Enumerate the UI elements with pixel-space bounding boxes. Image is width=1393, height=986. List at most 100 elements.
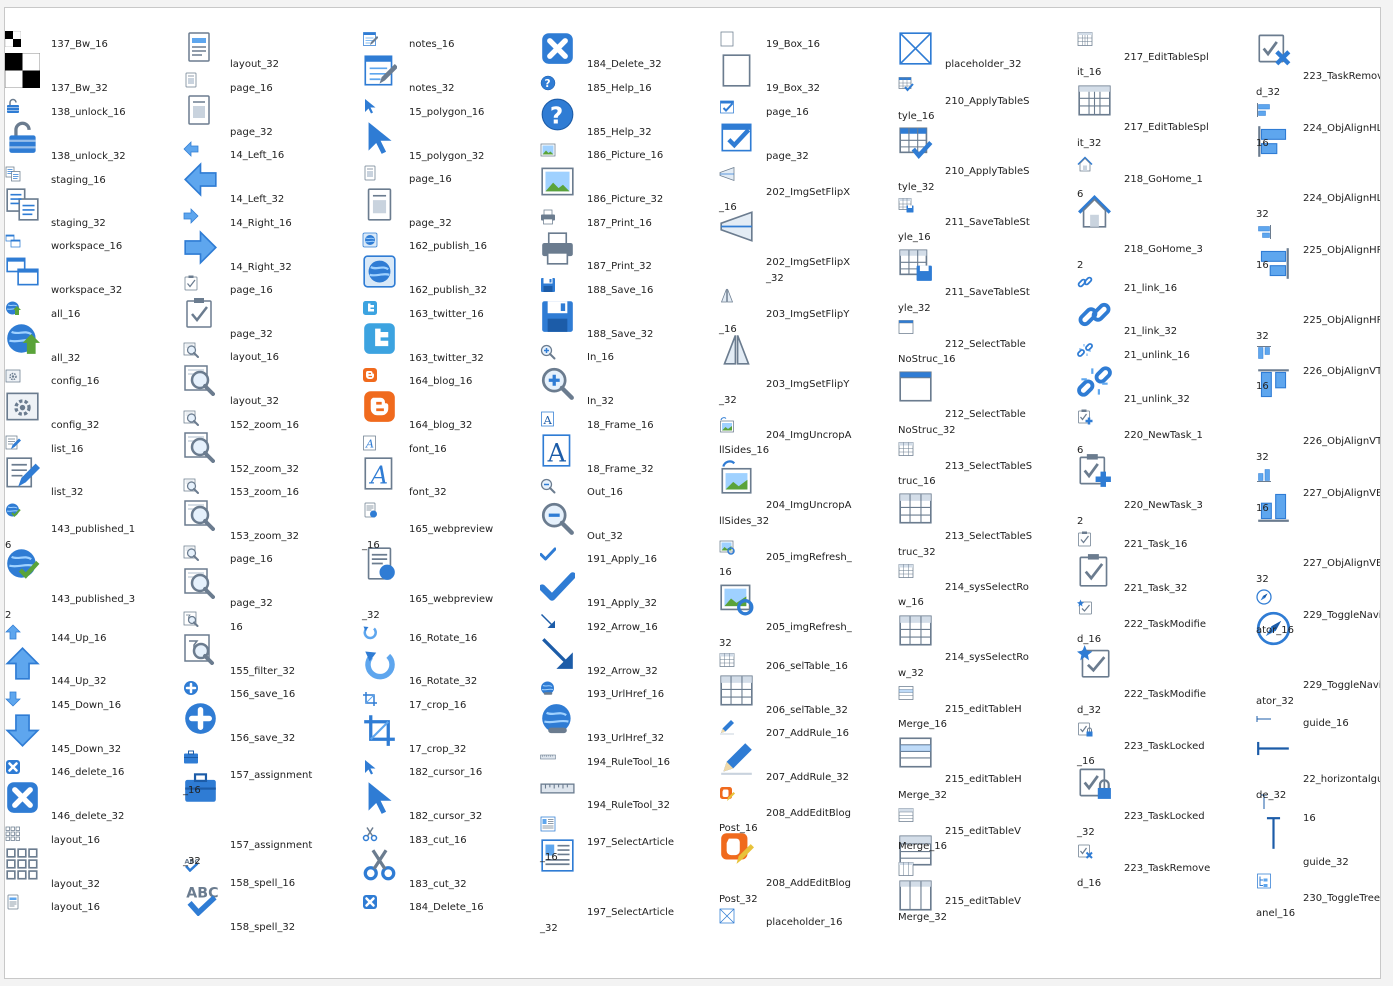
icon-label: _32 (766, 273, 784, 284)
icon-label: 204_ImgUncropA (766, 430, 852, 441)
icon-label: 203_ImgSetFlipY (766, 309, 850, 320)
flip-x-icon (719, 166, 735, 182)
guide-horizontal-icon (1257, 741, 1289, 756)
icon-label: 144_Up_16 (51, 633, 107, 644)
font-icon: A (363, 435, 376, 451)
icon-label: 21_link_16 (1124, 283, 1178, 294)
icon-label: Out_16 (587, 487, 623, 498)
icon-label: 218_GoHome_1 (1124, 174, 1203, 185)
icon-label: font_16 (409, 444, 447, 455)
icon-label: Post_32 (719, 894, 758, 905)
icon-label: 17_crop_32 (409, 744, 467, 755)
icon-label: it_32 (1077, 138, 1102, 149)
refresh-image-icon (720, 584, 754, 616)
icon-label: 21_unlink_16 (1124, 350, 1190, 361)
icon-label: _32 (540, 923, 558, 934)
picture-icon (541, 167, 574, 196)
twitter-icon (364, 323, 395, 354)
layout-page-icon (7, 894, 19, 910)
home-icon (1077, 156, 1093, 172)
crop-icon (364, 715, 395, 746)
icon-label: d_32 (1256, 87, 1281, 98)
icon-label: 6 (5, 540, 12, 551)
icon-column-3: A Anotes_16 notes_32 15_polygon_16 15_polygo… (362, 8, 540, 978)
flip-x-icon (720, 211, 753, 242)
delete-x-icon (542, 33, 573, 64)
icon-label: Post_16 (719, 823, 758, 834)
icon-label: workspace_16 (51, 241, 123, 252)
table-icon (898, 564, 914, 578)
icon-label: 229_ToggleNavig (1303, 610, 1381, 621)
icon-label: 191_Apply_32 (587, 598, 658, 609)
icon-label: all_16 (51, 309, 81, 320)
icon-label: 217_EditTableSpl (1124, 122, 1209, 133)
save-floppy-icon (541, 278, 555, 292)
icon-label: 165_webpreview (409, 524, 494, 535)
globe-check-icon (6, 503, 21, 517)
briefcase-icon (184, 750, 198, 764)
icon-label: 19_Box_32 (766, 83, 821, 94)
icon-label: 19_Box_16 (766, 39, 821, 50)
svg-text:A: A (369, 461, 388, 489)
icon-label: 16 (1256, 260, 1269, 271)
config-icon (6, 392, 39, 421)
zoom-out-icon (540, 478, 556, 494)
spellcheck-icon: ABC (186, 885, 218, 916)
zoom-page-icon (184, 500, 215, 531)
icon-label: 145_Down_32 (51, 744, 122, 755)
icon-label: page_16 (230, 285, 273, 296)
icon-label: 146_delete_32 (51, 811, 125, 822)
article-icon (540, 816, 556, 832)
icon-label: 186_Picture_16 (587, 150, 664, 161)
arrow-left-icon (184, 162, 217, 197)
icon-label: 227_ObjAlignVB_ (1303, 488, 1381, 499)
page-icon (185, 72, 197, 88)
blogger-icon (364, 391, 395, 422)
diagonal-arrow-icon (542, 638, 573, 669)
workspace-icon (6, 257, 39, 286)
staging-icon (5, 166, 21, 182)
icon-label: 163_twitter_32 (409, 353, 484, 364)
globe-arrow-icon (6, 301, 21, 315)
icon-label: layout_32 (230, 59, 279, 70)
frame-text-icon: A (542, 434, 571, 467)
icon-label: d_32 (1077, 705, 1102, 716)
icon-label: Out_32 (587, 531, 623, 542)
icon-label: 197_SelectArticle (587, 837, 675, 848)
icon-label: 226_ObjAlignVT_ (1303, 436, 1381, 447)
icon-label: guide_16 (1303, 718, 1349, 729)
icon-label: NoStruc_16 (898, 354, 956, 365)
icon-label: d_16 (1077, 634, 1102, 645)
icon-label: 14_Right_32 (230, 262, 292, 273)
compass-icon (1256, 589, 1272, 605)
link-icon (1078, 302, 1111, 327)
cursor-icon (368, 122, 392, 154)
icon-label: 206_selTable_32 (766, 705, 848, 716)
icon-label: 197_SelectArticle (587, 907, 675, 918)
icon-label: 14_Right_16 (230, 218, 292, 229)
list-edit-icon (5, 435, 21, 450)
icon-label: 6 (1077, 445, 1084, 456)
table-icon (719, 653, 735, 667)
zoom-layout-icon (183, 342, 199, 358)
layout-grid-icon (5, 826, 20, 841)
svg-text:?: ? (545, 78, 551, 90)
icon-label: 158_spell_16 (230, 878, 296, 889)
table-split-icon (1077, 32, 1093, 46)
table-merge-h-icon (898, 808, 914, 822)
table-empty-icon (899, 371, 932, 402)
save-floppy-icon (542, 301, 573, 332)
icon-label: Merge_16 (898, 719, 947, 730)
icon-label: 185_Help_32 (587, 127, 652, 138)
icon-label: page_16 (230, 554, 273, 565)
list-edit-icon (6, 457, 40, 488)
table-split-icon (1078, 85, 1111, 116)
icon-label: 215_editTableV (945, 896, 1021, 907)
icon-label: Merge_32 (898, 912, 947, 923)
arrow-right-icon (184, 230, 217, 265)
icon-label: 21_unlink_32 (1124, 394, 1190, 405)
icon-label: yle_16 (898, 232, 931, 243)
icon-label: 191_Apply_16 (587, 554, 658, 565)
icon-label: 162_publish_32 (409, 285, 487, 296)
icon-label: 188_Save_32 (587, 329, 654, 340)
